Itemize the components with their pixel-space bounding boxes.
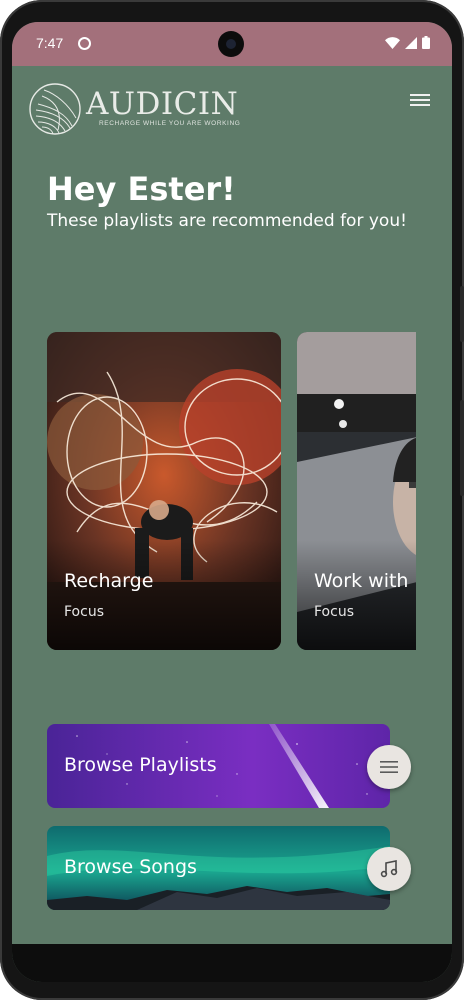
browse-playlists-label: Browse Playlists — [64, 754, 217, 776]
browse-playlists-button[interactable]: Browse Playlists — [47, 724, 390, 808]
card-gradient — [297, 540, 416, 650]
phone-frame: 7:47 AUDICIN RECHARGE WHILE YOU ARE WORK… — [0, 0, 464, 1000]
card-gradient — [47, 540, 281, 650]
system-navigation-bar — [12, 944, 452, 982]
wifi-icon — [385, 36, 400, 49]
playlist-card-category: Focus — [314, 604, 354, 620]
music-note-icon[interactable] — [367, 847, 411, 891]
app-screen: 7:47 AUDICIN RECHARGE WHILE YOU ARE WORK… — [12, 22, 452, 982]
volume-button — [460, 400, 464, 496]
status-time: 7:47 — [36, 35, 64, 51]
hamburger-menu-icon[interactable] — [408, 91, 432, 113]
audicin-logo-icon — [29, 83, 81, 135]
browse-songs-button[interactable]: Browse Songs — [47, 826, 390, 910]
brand-tagline: RECHARGE WHILE YOU ARE WORKING — [99, 120, 241, 127]
notification-dot-icon — [78, 37, 91, 50]
browse-songs-label: Browse Songs — [64, 856, 197, 878]
list-icon[interactable] — [367, 745, 411, 789]
playlist-carousel[interactable]: Recharge Focus Work with Focus — [47, 332, 416, 650]
signal-icon — [405, 36, 417, 49]
playlist-card-work-with[interactable]: Work with Focus — [297, 332, 416, 650]
front-camera — [218, 31, 244, 57]
brand-name: AUDICIN — [86, 86, 239, 122]
playlist-card-title: Recharge — [64, 570, 154, 592]
greeting-title: Hey Ester! — [47, 170, 236, 208]
battery-icon — [422, 36, 430, 49]
playlist-card-title: Work with — [314, 570, 409, 592]
playlist-card-category: Focus — [64, 604, 104, 620]
status-icons — [385, 36, 430, 49]
playlist-card-recharge[interactable]: Recharge Focus — [47, 332, 281, 650]
power-button — [460, 286, 464, 342]
status-bar: 7:47 — [12, 22, 452, 66]
app-logo[interactable]: AUDICIN RECHARGE WHILE YOU ARE WORKING — [28, 82, 258, 138]
greeting-subtitle: These playlists are recommended for you! — [47, 211, 407, 231]
